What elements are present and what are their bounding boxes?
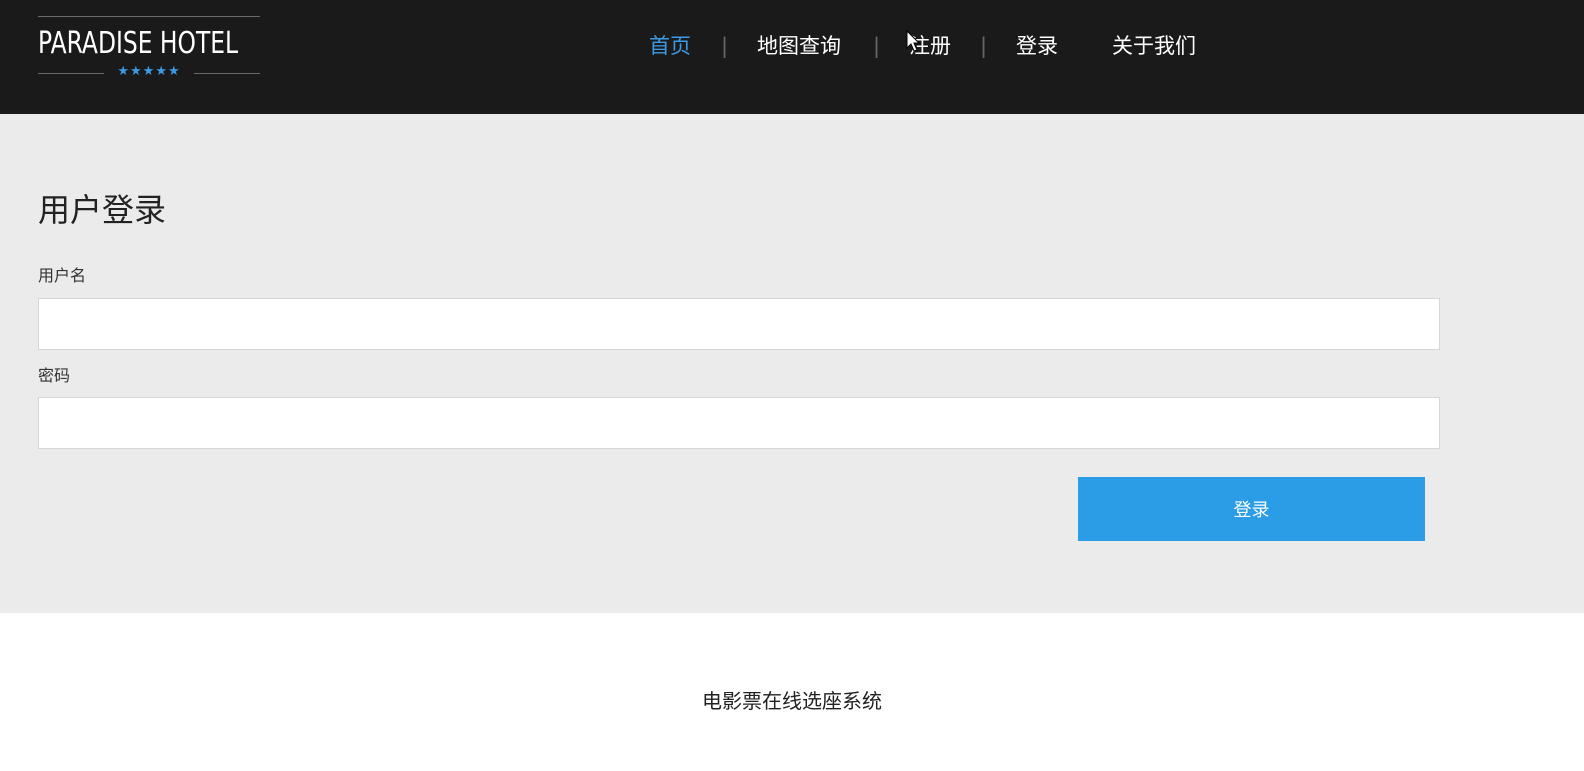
password-label: 密码 xyxy=(38,366,71,385)
nav-separator: | xyxy=(980,34,988,58)
site-footer: 电影票在线选座系统 xyxy=(0,613,1584,771)
login-submit-button[interactable]: 登录 xyxy=(1078,477,1425,541)
nav-home-link[interactable]: 首页 xyxy=(649,28,691,64)
username-label: 用户名 xyxy=(38,266,87,285)
mouse-cursor-icon xyxy=(906,30,920,52)
site-header: PARADISE HOTEL ★★★★★ 首页 | 地图查询 | 注册 | 登录… xyxy=(0,0,1584,114)
logo-bottom: ★★★★★ xyxy=(38,64,260,82)
login-section: 用户登录 用户名 密码 登录 xyxy=(0,114,1584,613)
star-rating-icon: ★★★★★ xyxy=(117,64,181,79)
main-nav: 首页 | 地图查询 | 注册 | 登录 关于我们 xyxy=(0,28,1584,64)
page-title: 用户登录 xyxy=(38,191,167,229)
nav-separator: | xyxy=(721,34,729,58)
nav-separator: | xyxy=(873,34,881,58)
footer-text: 电影票在线选座系统 xyxy=(702,689,882,713)
username-input[interactable] xyxy=(38,298,1440,350)
password-input[interactable] xyxy=(38,397,1440,449)
nav-login-link[interactable]: 登录 xyxy=(1016,28,1058,64)
nav-about-link[interactable]: 关于我们 xyxy=(1112,28,1196,64)
logo-top-rule xyxy=(38,16,260,17)
nav-map-link[interactable]: 地图查询 xyxy=(757,28,841,64)
logo-right-rule xyxy=(194,73,260,74)
logo-left-rule xyxy=(38,73,104,74)
